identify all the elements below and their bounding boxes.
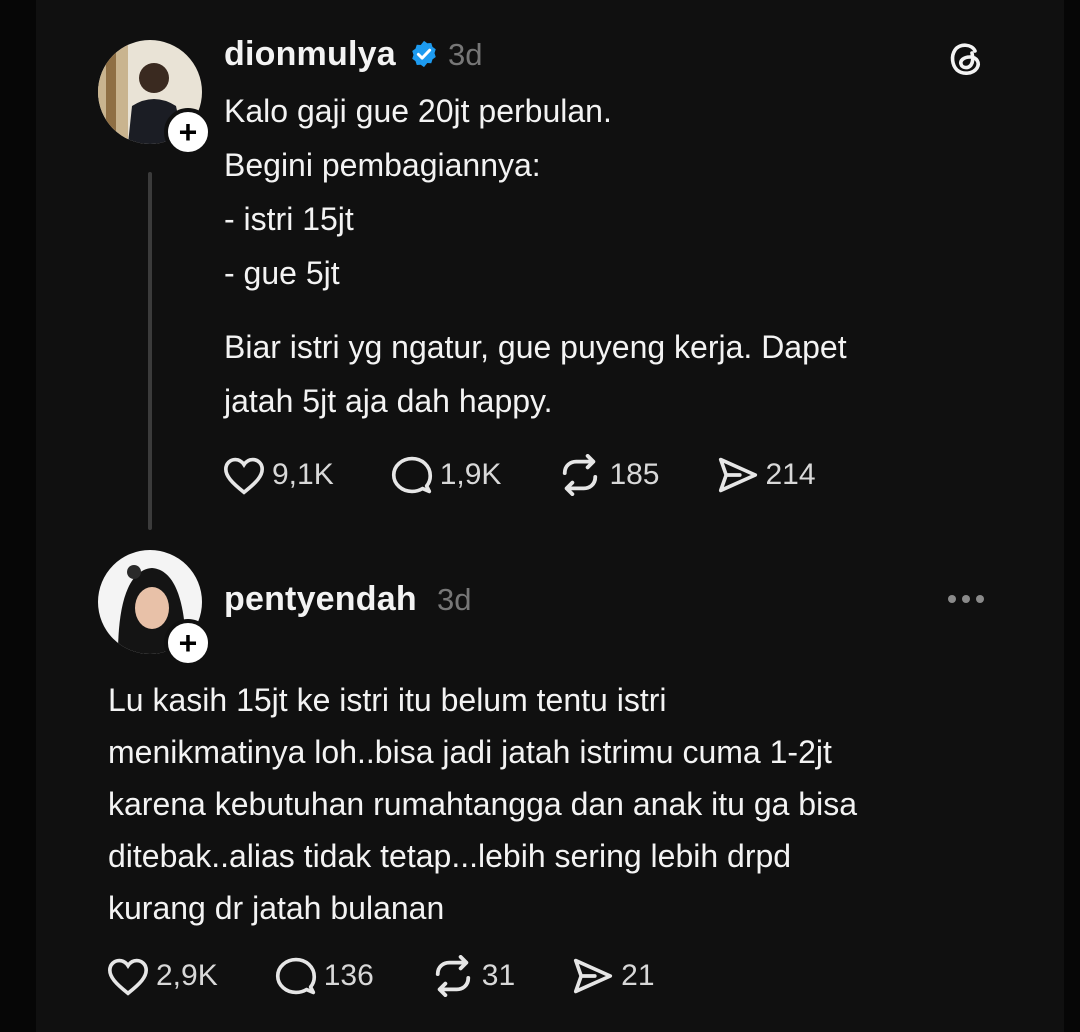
- post-username[interactable]: dionmulya: [224, 35, 396, 74]
- follow-plus-button[interactable]: +: [164, 619, 212, 667]
- post-actions: 9,1K 1,9K 185 214: [222, 454, 816, 496]
- share-button[interactable]: 214: [716, 455, 816, 495]
- post-line: - istri 15jt: [224, 201, 354, 237]
- threads-logo-icon[interactable]: [946, 38, 986, 78]
- post-timestamp: 3d: [448, 37, 483, 72]
- repost-button[interactable]: 31: [430, 955, 515, 997]
- repost-count: 185: [609, 458, 660, 491]
- heart-icon: [107, 958, 149, 996]
- repost-count: 31: [481, 959, 516, 992]
- reply-line: Lu kasih 15jt ke istri itu belum tentu i…: [108, 682, 667, 718]
- like-button[interactable]: 2,9K: [106, 956, 218, 996]
- verified-badge-icon: [412, 40, 436, 68]
- more-options-icon[interactable]: [946, 592, 986, 606]
- thread-connector-line: [148, 172, 152, 530]
- send-icon: [574, 958, 613, 994]
- like-count: 9,1K: [272, 458, 334, 491]
- reply-line: ditebak..alias tidak tetap...lebih serin…: [108, 838, 792, 874]
- reply-timestamp: 3d: [437, 582, 472, 617]
- post-line: Kalo gaji gue 20jt perbulan.: [224, 93, 612, 129]
- share-button[interactable]: 21: [571, 956, 655, 996]
- post-line: - gue 5jt: [224, 255, 340, 291]
- follow-plus-button[interactable]: +: [164, 108, 212, 156]
- post-line: Begini pembagiannya:: [224, 147, 541, 183]
- share-count: 21: [621, 959, 655, 992]
- reply-button[interactable]: 1,9K: [390, 454, 502, 496]
- comment-icon: [275, 957, 316, 995]
- repost-button[interactable]: 185: [557, 454, 660, 496]
- reply-count: 1,9K: [439, 458, 502, 491]
- heart-icon: [223, 457, 265, 495]
- post-body: Kalo gaji gue 20jt perbulan. Begini pemb…: [224, 84, 847, 428]
- reply-username[interactable]: pentyendah: [224, 580, 417, 619]
- like-button[interactable]: 9,1K: [222, 455, 334, 495]
- post-line: jatah 5jt aja dah happy.: [224, 383, 553, 419]
- like-count: 2,9K: [156, 959, 218, 992]
- reply-line: karena kebutuhan rumahtangga dan anak it…: [108, 786, 857, 822]
- repost-icon: [563, 454, 598, 496]
- send-icon: [718, 457, 757, 493]
- reply-actions: 2,9K 136 31 21: [106, 955, 655, 997]
- reply-count: 136: [323, 959, 374, 992]
- reply-button[interactable]: 136: [274, 955, 374, 997]
- reply-line: menikmatinya loh..bisa jadi jatah istrim…: [108, 734, 832, 770]
- comment-icon: [391, 456, 432, 494]
- reply-body: Lu kasih 15jt ke istri itu belum tentu i…: [108, 674, 857, 934]
- repost-icon: [435, 955, 470, 997]
- share-count: 214: [765, 458, 816, 491]
- post-line: Biar istri yg ngatur, gue puyeng kerja. …: [224, 329, 847, 365]
- reply-line: kurang dr jatah bulanan: [108, 890, 445, 926]
